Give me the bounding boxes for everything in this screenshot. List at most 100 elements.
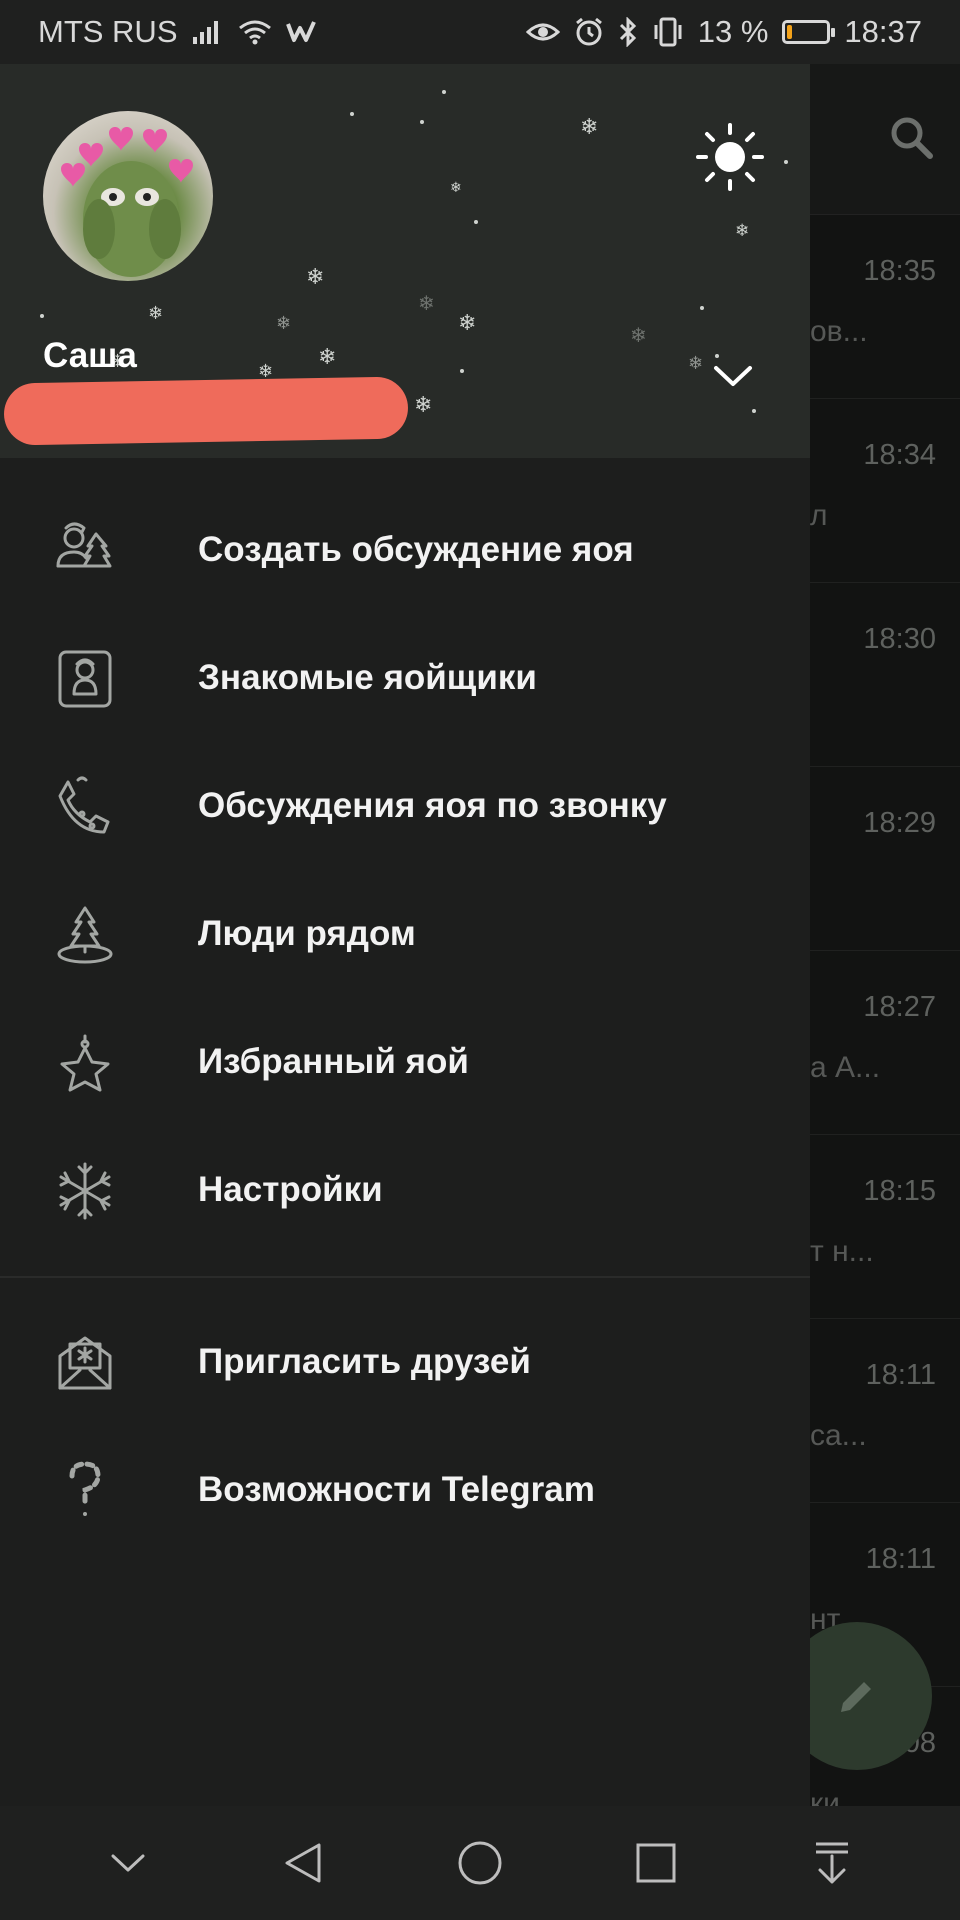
menu-item-label: Избранный яой <box>198 1042 469 1081</box>
back-icon[interactable] <box>259 1818 349 1908</box>
recents-icon[interactable] <box>611 1818 701 1908</box>
snowflake-decoration: ❄ <box>306 264 325 289</box>
snow-dot <box>350 112 354 116</box>
people-nearby-icon <box>52 902 118 968</box>
menu-item-contacts[interactable]: Знакомые яойщики <box>0 614 810 742</box>
snow-dot <box>700 306 704 310</box>
redacted-phone-number <box>3 376 409 446</box>
snowflake-decoration: ❄ <box>735 221 750 240</box>
menu-item-new-group[interactable]: Создать обсуждение яоя <box>0 486 810 614</box>
profile-name: Саша <box>43 336 137 375</box>
profile-avatar[interactable] <box>43 111 213 281</box>
app-w-icon <box>285 20 318 44</box>
invite-envelope-icon <box>52 1330 118 1396</box>
chat-time: 18:15 <box>863 1175 936 1207</box>
menu-item-invite-friends[interactable]: Пригласить друзей <box>0 1298 810 1426</box>
chat-snippet: т н... <box>810 1235 874 1268</box>
chat-row[interactable]: 18:35 ов... <box>810 215 960 399</box>
carrier-name: MTS RUS <box>38 14 178 49</box>
signal-icon <box>192 19 224 45</box>
chat-row[interactable]: 18:15 т н... <box>810 1135 960 1319</box>
group-icon <box>52 518 118 584</box>
snowflake-decoration: ❄ <box>630 325 647 347</box>
notifications-pull-icon[interactable] <box>787 1818 877 1908</box>
snow-dot <box>474 220 478 224</box>
navigation-drawer: ❄ ❄ ❄ ❄ ❄ ❄ ❄ ❄ ❄ ❄ ❄ ❄ ❄ ❄ Саша Создать… <box>0 64 810 1806</box>
drawer-header: ❄ ❄ ❄ ❄ ❄ ❄ ❄ ❄ ❄ ❄ ❄ ❄ ❄ ❄ Саша <box>0 64 810 458</box>
menu-item-calls[interactable]: Обсуждения яоя по звонку <box>0 742 810 870</box>
snow-dot <box>460 369 464 373</box>
snowflake-decoration: ❄ <box>418 293 435 315</box>
eye-icon <box>525 20 560 44</box>
chat-snippet: л <box>810 499 828 532</box>
snowflake-decoration: ❄ <box>258 361 274 381</box>
chat-snippet: ов... <box>810 315 868 348</box>
alarm-icon <box>574 17 604 47</box>
snow-dot <box>715 354 719 358</box>
chat-time: 18:11 <box>865 1359 936 1391</box>
snow-dot <box>784 160 788 164</box>
battery-icon <box>782 20 836 44</box>
chat-list-background: 18:35 ов... 18:34 л 18:30 18:29 18:27 а А... 18:… <box>810 64 960 1806</box>
snowflake-decoration: ❄ <box>318 344 337 369</box>
snowflake-decoration: ❄ <box>414 392 433 417</box>
battery-percent: 13 % <box>697 14 769 49</box>
menu-item-settings[interactable]: Настройки <box>0 1126 810 1254</box>
snow-dot <box>40 314 44 318</box>
chat-snippet: а А... <box>810 1051 881 1084</box>
menu-item-label: Люди рядом <box>198 914 416 953</box>
menu-item-saved-messages[interactable]: Избранный яой <box>0 998 810 1126</box>
saved-star-icon <box>52 1030 118 1096</box>
menu-item-label: Настройки <box>198 1170 383 1209</box>
chat-time: 18:11 <box>865 1543 936 1575</box>
avatar-kermit <box>61 127 193 277</box>
chat-time: 18:35 <box>863 255 936 287</box>
chat-time: 18:27 <box>863 991 936 1023</box>
hide-nav-icon[interactable] <box>83 1818 173 1908</box>
settings-snowflake-icon <box>52 1158 118 1224</box>
drawer-menu: Создать обсуждение яоя Знакомые яойщики … <box>0 458 810 1554</box>
battery-fill <box>787 25 793 39</box>
snowflake-decoration: ❄ <box>458 310 477 335</box>
snow-dot <box>752 409 756 413</box>
chat-list-header <box>810 64 960 215</box>
chat-row[interactable]: 18:30 <box>810 583 960 767</box>
snowflake-decoration: ❄ <box>450 179 462 195</box>
chat-time: 18:30 <box>863 623 936 655</box>
contacts-icon <box>52 646 118 712</box>
pencil-icon <box>841 1682 871 1712</box>
menu-item-label: Пригласить друзей <box>198 1342 531 1381</box>
snowflake-decoration: ❄ <box>148 303 164 323</box>
menu-item-label: Возможности Telegram <box>198 1470 595 1509</box>
menu-item-label: Создать обсуждение яоя <box>198 530 634 569</box>
menu-item-telegram-features[interactable]: Возможности Telegram <box>0 1426 810 1554</box>
search-icon[interactable] <box>888 114 934 165</box>
chat-row[interactable]: 18:34 л <box>810 399 960 583</box>
sun-icon[interactable] <box>695 122 765 197</box>
system-navigation-bar <box>0 1806 960 1920</box>
chat-time: 18:29 <box>863 807 936 839</box>
chat-row[interactable]: 18:11 са... <box>810 1319 960 1503</box>
menu-item-people-nearby[interactable]: Люди рядом <box>0 870 810 998</box>
home-icon[interactable] <box>435 1818 525 1908</box>
bluetooth-icon <box>618 17 638 47</box>
chat-snippet: ки <box>810 1787 840 1806</box>
snow-dot <box>420 120 424 124</box>
menu-item-label: Обсуждения яоя по звонку <box>198 786 667 825</box>
chat-row[interactable]: 18:29 <box>810 767 960 951</box>
snowflake-decoration: ❄ <box>688 353 704 373</box>
vibrate-icon <box>652 17 684 47</box>
wifi-icon <box>238 19 272 45</box>
menu-divider <box>0 1276 810 1278</box>
status-bar: MTS RUS 13 % 18:37 <box>0 0 960 64</box>
compose-fab[interactable] <box>782 1622 932 1770</box>
phone-icon <box>52 774 118 840</box>
status-time: 18:37 <box>844 14 922 49</box>
chat-snippet: са... <box>810 1419 867 1452</box>
snowflake-decoration: ❄ <box>580 114 599 139</box>
question-icon <box>52 1458 118 1524</box>
snowflake-decoration: ❄ <box>276 313 292 333</box>
chat-time: 18:34 <box>863 439 936 471</box>
chevron-down-icon[interactable] <box>710 360 756 395</box>
chat-row[interactable]: 18:27 а А... <box>810 951 960 1135</box>
